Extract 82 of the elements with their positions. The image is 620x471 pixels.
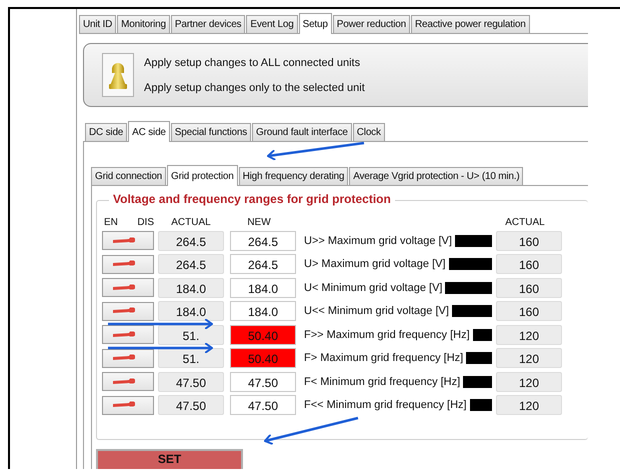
actual-value: 47.50 xyxy=(158,395,224,416)
lever-icon xyxy=(113,354,135,362)
parameter-label: U> Maximum grid voltage [V] xyxy=(304,258,446,270)
column-header: DIS xyxy=(137,216,154,228)
column-header: ACTUAL xyxy=(504,216,546,228)
toggle-button[interactable] xyxy=(102,231,154,250)
parameter-label: F>> Maximum grid frequency [Hz] xyxy=(304,328,470,341)
tab[interactable]: Grid protection xyxy=(167,165,238,186)
redaction-bar xyxy=(448,258,492,270)
apply-option[interactable]: Apply setup changes only to the selected unit xyxy=(144,82,365,94)
lever-icon xyxy=(113,236,135,245)
actual-value: 160 xyxy=(496,278,562,298)
tab[interactable]: Special functions xyxy=(170,123,251,141)
parameter-label: F> Maximum grid frequency [Hz] xyxy=(304,352,464,364)
tab[interactable]: DC side xyxy=(85,123,128,141)
actual-value: 120 xyxy=(496,395,562,416)
tab[interactable]: Unit ID xyxy=(79,15,116,33)
new-value-field[interactable]: 47.50 xyxy=(230,395,296,416)
lever-icon xyxy=(113,260,135,268)
actual-value: 184.0 xyxy=(158,278,224,298)
new-value-field[interactable]: 50.40 xyxy=(230,348,296,368)
actual-value: 51. xyxy=(158,324,224,345)
redaction-bar xyxy=(452,305,492,318)
redaction-bar xyxy=(472,328,492,341)
lever-icon xyxy=(113,284,135,292)
actual-value: 264.5 xyxy=(158,230,224,251)
toggle-button[interactable] xyxy=(102,396,154,415)
tab[interactable]: Event Log xyxy=(246,15,298,33)
new-value-field[interactable]: 184.0 xyxy=(230,278,296,298)
redaction-bar xyxy=(466,352,492,364)
toggle-button[interactable] xyxy=(102,372,154,392)
toggle-button[interactable] xyxy=(102,254,154,274)
apply-option[interactable]: Apply setup changes to ALL connected units xyxy=(144,56,365,68)
actual-value: 160 xyxy=(496,230,562,251)
actual-value: 184.0 xyxy=(158,301,224,322)
parameter-label: U<< Minimum grid voltage [V] xyxy=(304,305,449,318)
redaction-bar xyxy=(470,399,492,412)
parameter-label: F<< Minimum grid frequency [Hz] xyxy=(304,399,467,412)
tab[interactable]: Average Vgrid protection - U> (10 min.) xyxy=(349,167,524,185)
new-value-field[interactable]: 50.40 xyxy=(230,324,296,345)
toggle-button[interactable] xyxy=(102,325,154,344)
column-header: EN xyxy=(104,216,118,228)
set-button[interactable]: SET xyxy=(96,449,243,469)
tab[interactable]: Partner devices xyxy=(170,15,246,33)
actual-value: 120 xyxy=(496,372,562,392)
tab[interactable]: Monitoring xyxy=(117,15,170,33)
lock-button[interactable] xyxy=(102,53,134,97)
tab[interactable]: Reactive power regulation xyxy=(411,15,530,33)
tab[interactable]: Setup xyxy=(298,13,332,34)
redaction-bar xyxy=(445,282,492,294)
tab[interactable]: Ground fault interface xyxy=(252,123,352,141)
new-value-field[interactable]: 184.0 xyxy=(230,301,296,322)
actual-value: 120 xyxy=(496,324,562,345)
actual-value: 47.50 xyxy=(158,372,224,392)
group-title: Voltage and frequency ranges for grid protection xyxy=(109,192,395,206)
new-value-field[interactable]: 264.5 xyxy=(230,254,296,274)
actual-value: 51. xyxy=(158,348,224,368)
actual-value: 160 xyxy=(496,254,562,274)
new-value-field[interactable]: 264.5 xyxy=(230,230,296,251)
actual-value: 120 xyxy=(496,348,562,368)
parameter-label: U< Minimum grid voltage [V] xyxy=(304,282,442,294)
redaction-bar xyxy=(463,376,492,388)
lever-icon xyxy=(113,401,135,410)
tab[interactable]: AC side xyxy=(128,121,170,142)
parameter-label: U>> Maximum grid voltage [V] xyxy=(304,234,452,247)
toggle-button[interactable] xyxy=(102,348,154,368)
lever-icon xyxy=(113,378,135,386)
tab[interactable]: Power reduction xyxy=(332,15,410,33)
column-header: ACTUAL xyxy=(170,216,212,228)
parameter-label: F< Minimum grid frequency [Hz] xyxy=(304,376,460,388)
lever-icon xyxy=(113,307,135,316)
tab[interactable]: Clock xyxy=(352,123,385,141)
tab[interactable]: High frequency derating xyxy=(238,167,348,185)
column-header: NEW xyxy=(246,216,272,228)
toggle-button[interactable] xyxy=(102,278,154,298)
actual-value: 160 xyxy=(496,301,562,322)
new-value-field[interactable]: 47.50 xyxy=(230,372,296,392)
redaction-bar xyxy=(454,234,492,247)
actual-value: 264.5 xyxy=(158,254,224,274)
tab[interactable]: Grid connection xyxy=(91,167,166,185)
toggle-button[interactable] xyxy=(102,302,154,321)
lever-icon xyxy=(113,330,135,339)
